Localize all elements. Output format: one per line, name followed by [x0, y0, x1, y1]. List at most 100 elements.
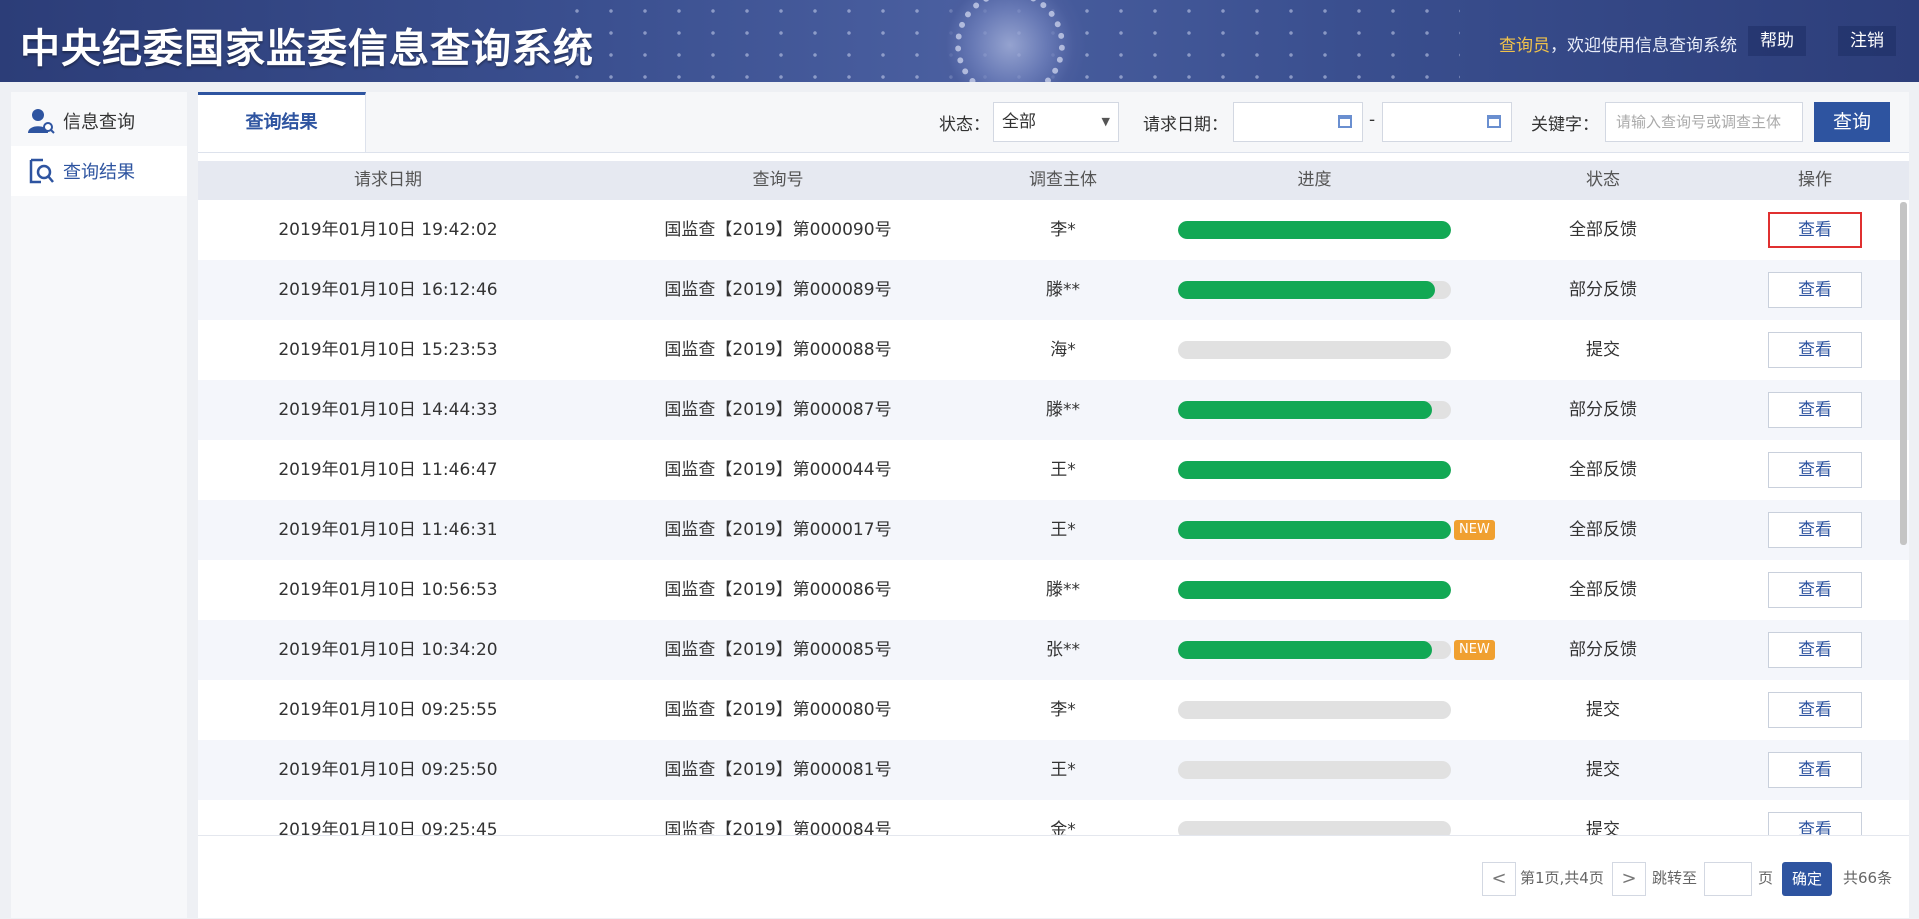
prev-page-button[interactable]: <: [1482, 862, 1516, 896]
page-info: 第1页,共4页: [1520, 869, 1604, 887]
progress-bar: [1178, 281, 1451, 299]
progress-bar: [1178, 521, 1451, 539]
view-button[interactable]: 查看: [1768, 632, 1862, 668]
progress-bar: [1178, 701, 1451, 719]
view-button[interactable]: 查看: [1768, 692, 1862, 728]
new-badge: NEW: [1454, 640, 1495, 660]
col-header-progress: 进度: [1297, 170, 1332, 190]
table-row: 2019年01月10日 19:42:02 国监查【2019】第000090号 李* 全…: [198, 200, 1909, 260]
cell-request-date: 2019年01月10日 15:23:53: [278, 340, 498, 360]
progress-bar: [1178, 821, 1451, 835]
progress-fill: [1178, 401, 1432, 419]
col-header-date: 请求日期: [354, 170, 422, 190]
cell-request-date: 2019年01月10日 10:34:20: [278, 640, 498, 660]
view-button[interactable]: 查看: [1768, 272, 1862, 308]
cell-subject: 滕**: [1046, 280, 1080, 300]
keyword-label: 关键字：: [1531, 115, 1599, 135]
view-button[interactable]: 查看: [1768, 512, 1862, 548]
view-button[interactable]: 查看: [1768, 212, 1862, 248]
app-header: 中央纪委国家监委信息查询系统 查询员，欢迎使用信息查询系统 帮助 注销: [0, 0, 1919, 82]
progress-bar: [1178, 641, 1451, 659]
next-page-button[interactable]: >: [1612, 862, 1646, 896]
cell-request-date: 2019年01月10日 11:46:31: [278, 520, 498, 540]
cell-status: 部分反馈: [1569, 400, 1637, 420]
calendar-icon: [1487, 115, 1501, 128]
cell-request-date: 2019年01月10日 19:42:02: [278, 220, 498, 240]
table-row: 2019年01月10日 11:46:47 国监查【2019】第000044号 王* 全…: [198, 440, 1909, 500]
sidebar-item-query-results[interactable]: 查询结果: [11, 146, 187, 196]
date-separator: -: [1369, 110, 1376, 130]
cell-query-number: 国监查【2019】第000017号: [664, 520, 892, 540]
sidebar: 信息查询 查询结果: [11, 92, 187, 918]
col-header-number: 查询号: [752, 170, 804, 190]
cell-status: 全部反馈: [1569, 520, 1637, 540]
calendar-icon: [1338, 115, 1352, 128]
cell-subject: 李*: [1050, 220, 1076, 240]
cell-query-number: 国监查【2019】第000044号: [664, 460, 892, 480]
table-scrollbar[interactable]: [1900, 202, 1907, 545]
col-header-action: 操作: [1798, 170, 1832, 190]
cell-subject: 海*: [1050, 340, 1076, 360]
cell-query-number: 国监查【2019】第000080号: [664, 700, 892, 720]
user-search-icon: [28, 109, 55, 134]
view-button[interactable]: 查看: [1768, 572, 1862, 608]
progress-bar: [1178, 341, 1451, 359]
view-button[interactable]: 查看: [1768, 392, 1862, 428]
table-row: 2019年01月10日 09:25:55 国监查【2019】第000080号 李* 提…: [198, 680, 1909, 740]
cell-request-date: 2019年01月10日 10:56:53: [278, 580, 498, 600]
date-from-input[interactable]: [1233, 102, 1363, 142]
cell-subject: 滕**: [1046, 580, 1080, 600]
cell-query-number: 国监查【2019】第000086号: [664, 580, 892, 600]
help-button[interactable]: 帮助: [1748, 26, 1806, 56]
keyword-input[interactable]: [1605, 102, 1803, 142]
cell-request-date: 2019年01月10日 14:44:33: [278, 400, 498, 420]
cell-status: 提交: [1586, 700, 1620, 720]
cell-request-date: 2019年01月10日 16:12:46: [278, 280, 498, 300]
new-badge: NEW: [1454, 520, 1495, 540]
progress-bar: [1178, 581, 1451, 599]
view-button[interactable]: 查看: [1768, 812, 1862, 835]
cell-request-date: 2019年01月10日 09:25:45: [278, 820, 498, 835]
pagination: < 第1页,共4页 > 跳转至 页 确定 共66条: [198, 835, 1909, 919]
view-button[interactable]: 查看: [1768, 452, 1862, 488]
tab-query-results[interactable]: 查询结果: [198, 92, 366, 152]
table-row: 2019年01月10日 15:23:53 国监查【2019】第000088号 海* 提…: [198, 320, 1909, 380]
cell-subject: 王*: [1050, 760, 1076, 780]
logout-button[interactable]: 注销: [1838, 26, 1896, 56]
view-button[interactable]: 查看: [1768, 332, 1862, 368]
cell-status: 部分反馈: [1569, 640, 1637, 660]
progress-bar: [1178, 401, 1451, 419]
user-greeting: 查询员，欢迎使用信息查询系统: [1499, 31, 1737, 56]
sidebar-item-label: 信息查询: [63, 112, 135, 133]
sidebar-item-label: 查询结果: [63, 162, 135, 183]
table-row: 2019年01月10日 10:56:53 国监查【2019】第000086号 滕**…: [198, 560, 1909, 620]
jump-confirm-button[interactable]: 确定: [1782, 862, 1832, 896]
table-row: 2019年01月10日 09:25:50 国监查【2019】第000081号 王* 提…: [198, 740, 1909, 800]
cell-request-date: 2019年01月10日 09:25:50: [278, 760, 498, 780]
col-header-status: 状态: [1586, 170, 1620, 190]
jump-page-input[interactable]: [1704, 862, 1752, 896]
page-unit-label: 页: [1758, 869, 1774, 887]
date-to-input[interactable]: [1382, 102, 1512, 142]
query-button[interactable]: 查询: [1814, 102, 1890, 142]
cell-subject: 王*: [1050, 520, 1076, 540]
cell-request-date: 2019年01月10日 09:25:55: [278, 700, 498, 720]
progress-bar: [1178, 461, 1451, 479]
progress-bar: [1178, 221, 1451, 239]
app-title: 中央纪委国家监委信息查询系统: [20, 26, 594, 72]
progress-fill: [1178, 461, 1451, 479]
table-row: 2019年01月10日 10:34:20 国监查【2019】第000085号 张**…: [198, 620, 1909, 680]
sidebar-item-info-query[interactable]: 信息查询: [11, 96, 187, 146]
cell-query-number: 国监查【2019】第000088号: [664, 340, 892, 360]
cell-status: 全部反馈: [1569, 460, 1637, 480]
cell-query-number: 国监查【2019】第000084号: [664, 820, 892, 835]
progress-fill: [1178, 281, 1435, 299]
cell-subject: 王*: [1050, 460, 1076, 480]
table-row: 2019年01月10日 11:46:31 国监查【2019】第000017号 王* N…: [198, 500, 1909, 560]
emblem-ring: [955, 0, 1065, 82]
cell-query-number: 国监查【2019】第000087号: [664, 400, 892, 420]
view-button[interactable]: 查看: [1768, 752, 1862, 788]
progress-fill: [1178, 221, 1451, 239]
progress-fill: [1178, 581, 1451, 599]
status-select[interactable]: 全部 ▼: [993, 102, 1119, 142]
